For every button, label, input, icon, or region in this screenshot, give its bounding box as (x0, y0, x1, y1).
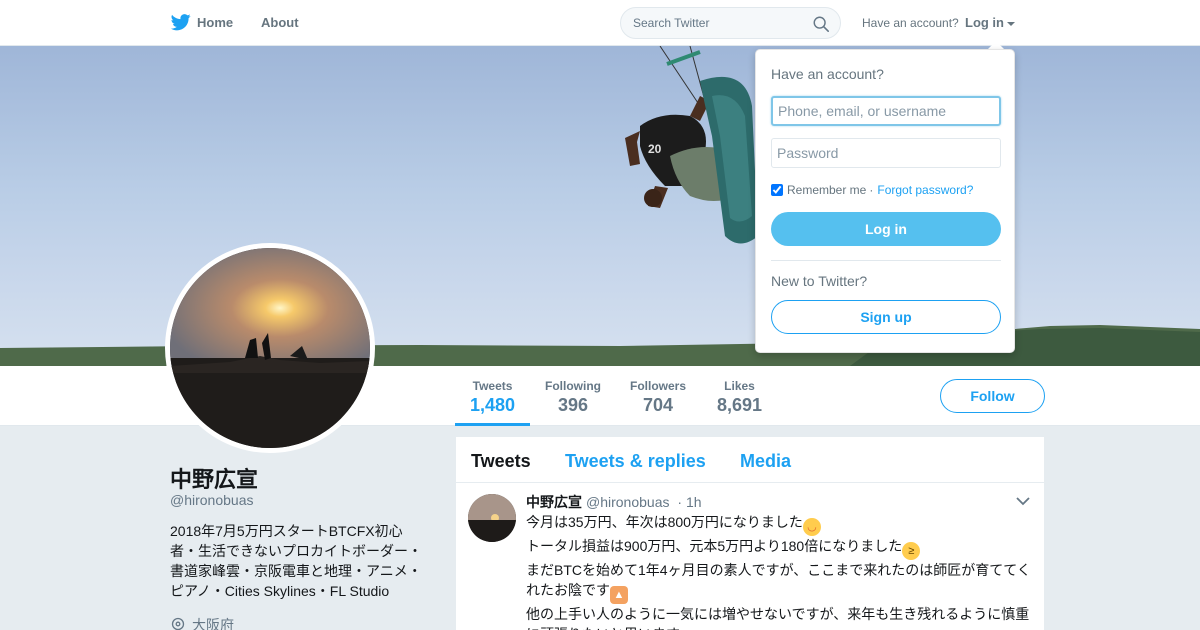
stat-likes[interactable]: Likes 8,691 (717, 379, 762, 416)
stat-tweets[interactable]: Tweets 1,480 (470, 379, 515, 416)
stat-label: Tweets (472, 379, 513, 393)
tweet-line: 今月は35万円、年次は800万円になりました ◡ (526, 512, 1036, 536)
profile-handle[interactable]: @hironobuas (170, 492, 254, 508)
active-stat-underline (455, 423, 530, 426)
top-navigation-bar: Home About Search Twitter Have an accoun… (0, 0, 1200, 46)
profile-bio: 2018年7月5万円スタートBTCFX初心者・生活できないプロカイトボーダー・書… (170, 523, 422, 599)
password-input[interactable] (771, 138, 1001, 168)
nav-home-link[interactable]: Home (170, 12, 233, 32)
sunset-avatar-photo (170, 248, 370, 448)
search-box[interactable]: Search Twitter (620, 7, 841, 39)
login-dropdown-toggle[interactable]: Log in (965, 15, 1015, 30)
search-icon[interactable] (812, 15, 830, 33)
remember-me-checkbox[interactable] (771, 184, 783, 196)
profile-avatar[interactable] (165, 243, 375, 453)
nav-home-label: Home (197, 14, 234, 30)
svg-text:20: 20 (648, 142, 662, 156)
dropdown-caret (988, 41, 1004, 49)
stat-label: Followers (630, 379, 687, 393)
tweet-author-name[interactable]: 中野広宣 (526, 494, 582, 510)
stat-following[interactable]: Following 396 (545, 379, 601, 416)
profile-location: 大阪府 (170, 615, 234, 630)
tweet-line: まだBTCを始めて1年4ヶ月目の素人ですが、ここまで来れたのは師匠が育ててくれた… (526, 560, 1036, 604)
smiling-face-emoji-icon: ◡ (802, 518, 821, 536)
follow-button[interactable]: Follow (940, 379, 1045, 413)
remember-me-label[interactable]: Remember me (787, 183, 866, 197)
grinning-squint-emoji-icon: ≥ (902, 542, 921, 560)
stat-label: Following (545, 379, 601, 393)
tab-tweets[interactable]: Tweets (471, 451, 531, 472)
location-pin-icon (171, 617, 185, 630)
tweet-timestamp[interactable]: 1h (686, 494, 702, 510)
bowing-person-emoji-icon: ▲ (610, 586, 628, 604)
login-dropdown: Have an account? Remember me · Forgot pa… (755, 49, 1015, 353)
new-to-twitter-text: New to Twitter? (771, 273, 868, 289)
stat-label: Likes (724, 379, 755, 393)
login-link-label: Log in (965, 15, 1004, 30)
remember-me-row: Remember me · Forgot password? (771, 183, 973, 197)
stat-value: 704 (642, 395, 674, 415)
tweet-avatar[interactable] (468, 494, 516, 542)
timeline-tabs: Tweets Tweets & replies Media (456, 437, 1044, 483)
search-input[interactable]: Search Twitter (633, 16, 709, 30)
username-input[interactable] (771, 96, 1001, 126)
twitter-bird-icon (170, 14, 191, 31)
tweet-avatar-photo (468, 494, 516, 542)
caret-down-icon (1007, 21, 1015, 26)
tweet-line: 他の上手い人のように一気には増やせないですが、来年も生き残れるように慎重に頑張り… (526, 606, 1030, 630)
profile-name: 中野広宣 (170, 467, 259, 492)
tweet-header: 中野広宣 @hironobuas · 1h (526, 494, 702, 510)
tweet-text: 今月は35万円、年次は800万円になりました ◡ トータル損益は900万円、元本5… (526, 512, 1036, 630)
tweet-author-handle[interactable]: @hironobuas (586, 494, 670, 510)
dropdown-divider (771, 260, 1001, 261)
tab-media[interactable]: Media (740, 451, 791, 472)
tweet-line: トータル損益は900万円、元本5万円より180倍になりました ≥ (526, 536, 1036, 560)
forgot-password-link[interactable]: Forgot password? (877, 183, 973, 197)
chevron-down-icon[interactable] (1016, 496, 1030, 506)
have-account-text: Have an account? (862, 16, 959, 30)
dropdown-title: Have an account? (771, 66, 884, 82)
signup-button[interactable]: Sign up (771, 300, 1001, 334)
timeline: Tweets Tweets & replies Media 中野広宣 @hiron… (456, 437, 1044, 630)
stat-followers[interactable]: Followers 704 (630, 379, 686, 416)
tab-tweets-replies[interactable]: Tweets & replies (565, 451, 706, 472)
login-button[interactable]: Log in (771, 212, 1001, 246)
stat-value: 8,691 (717, 395, 763, 415)
nav-about-link[interactable]: About (261, 15, 299, 30)
location-text: 大阪府 (192, 617, 234, 630)
stat-value: 396 (557, 395, 589, 415)
stat-value: 1,480 (470, 395, 516, 415)
